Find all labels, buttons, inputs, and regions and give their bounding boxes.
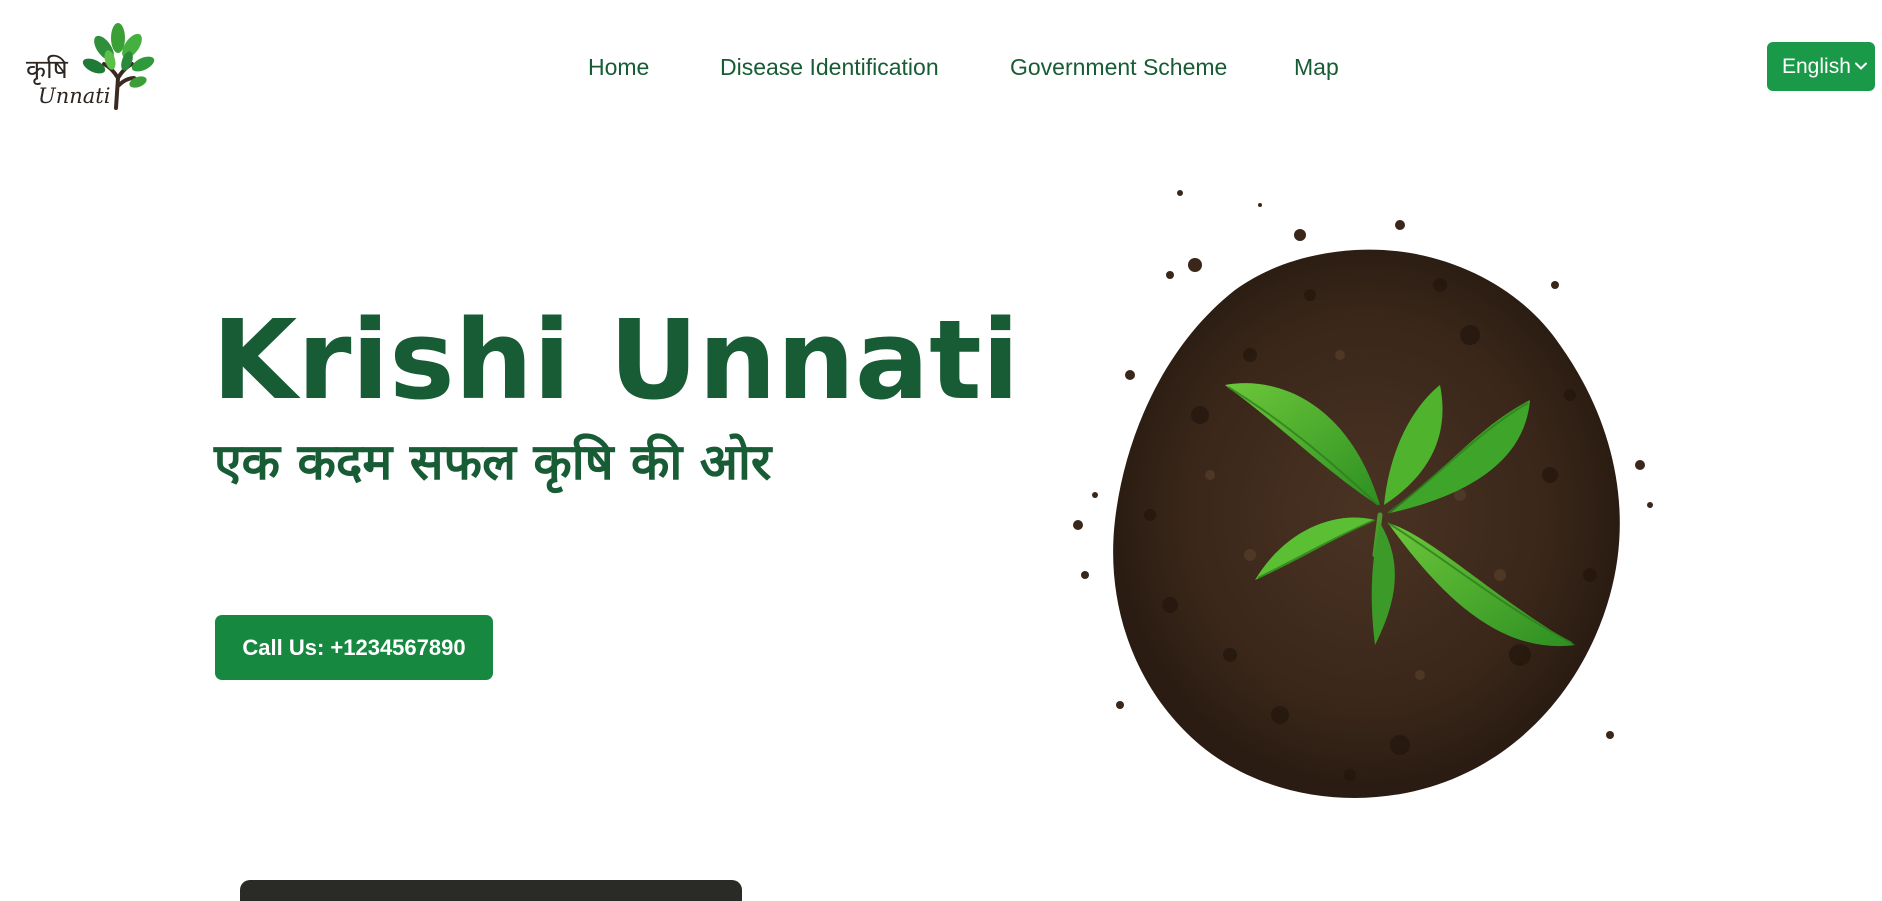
nav-item-disease-identification[interactable]: Disease Identification xyxy=(720,48,939,86)
nav-item-government-scheme[interactable]: Government Scheme xyxy=(1010,48,1227,86)
language-select[interactable]: English xyxy=(1767,42,1875,91)
nav-item-map[interactable]: Map xyxy=(1294,48,1339,86)
call-us-button[interactable]: Call Us: +1234567890 xyxy=(215,615,493,680)
hero-title: Krishi Unnati xyxy=(212,296,1020,424)
chevron-down-icon xyxy=(1855,42,1869,91)
main-nav: Home Disease Identification Government S… xyxy=(0,48,1882,88)
nav-item-home[interactable]: Home xyxy=(588,48,649,86)
page: कृषि Unnati Home Disease Identification … xyxy=(0,0,1882,901)
language-selected-value: English xyxy=(1782,55,1851,78)
media-card xyxy=(240,880,742,901)
plant-in-soil-illustration xyxy=(1050,175,1670,815)
hero-tagline: एक कदम सफल कृषि की ओर xyxy=(214,433,772,491)
